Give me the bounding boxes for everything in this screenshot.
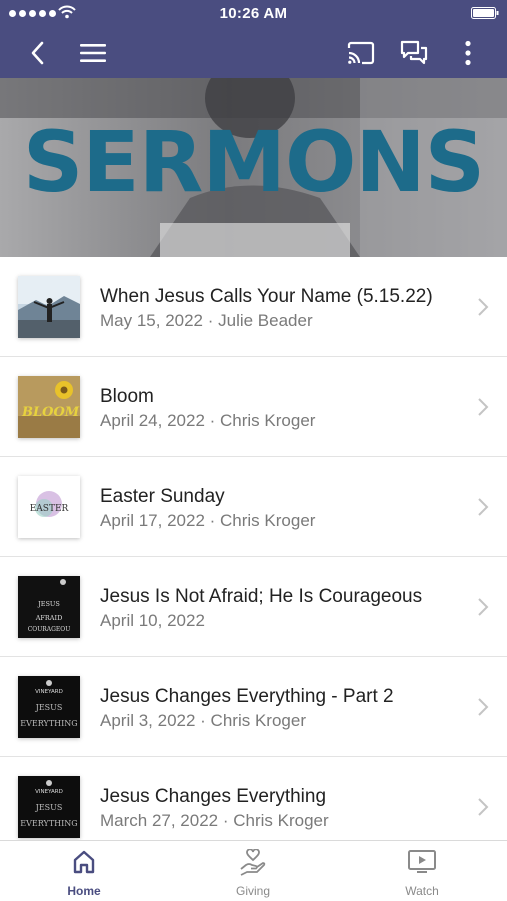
sermon-date-speaker: April 24, 2022 · Chris Kroger — [100, 411, 316, 430]
thumbnail-text: EASTER — [30, 504, 69, 514]
app-bar — [0, 28, 507, 78]
sermon-title: Bloom — [100, 386, 154, 407]
home-icon — [73, 850, 95, 874]
hamburger-menu-icon — [80, 44, 106, 62]
chevron-right-icon — [478, 598, 489, 616]
giving-hand-heart-icon — [240, 849, 266, 876]
sermon-row[interactable]: VINEYARD JESUS EVERYTHING Jesus Changes … — [0, 757, 507, 840]
sermons-hero-banner: SERMONS — [0, 78, 507, 257]
tv-play-icon — [408, 850, 436, 873]
bottom-tab-bar: Home Giving Watch — [0, 840, 507, 900]
tab-label: Home — [67, 884, 101, 898]
sermon-title: Jesus Changes Everything — [100, 786, 327, 807]
thumbnail-text: JESUS — [35, 803, 63, 812]
status-time: 10:26 AM — [219, 5, 288, 22]
thumbnail-text: BLOOM — [21, 405, 80, 420]
chat-icon — [400, 40, 428, 65]
chevron-right-icon — [478, 798, 489, 816]
thumbnail-text: VINEYARD — [35, 689, 63, 695]
status-bar: 10:26 AM — [0, 0, 507, 28]
sermon-thumbnail: JESUS AFRAID COURAGEOU — [18, 576, 80, 638]
sermon-date-speaker: April 10, 2022 — [100, 611, 205, 630]
sermon-thumbnail: BLOOM — [18, 376, 80, 438]
chevron-right-icon — [478, 298, 489, 316]
top-bar: 10:26 AM — [0, 0, 507, 78]
tab-label: Watch — [405, 884, 439, 898]
sermon-date-speaker: April 3, 2022 · Chris Kroger — [100, 711, 306, 730]
chevron-left-icon — [31, 41, 44, 65]
tab-home[interactable]: Home — [24, 841, 144, 901]
battery-icon — [471, 7, 499, 19]
more-vertical-icon — [465, 40, 471, 66]
thumbnail-text: JESUS — [37, 600, 60, 608]
sermon-list: When Jesus Calls Your Name (5.15.22) May… — [0, 257, 507, 840]
sermon-date-speaker: March 27, 2022 · Chris Kroger — [100, 811, 329, 830]
tab-giving[interactable]: Giving — [193, 841, 313, 901]
thumbnail-text: JESUS — [35, 703, 63, 712]
sermon-row[interactable]: JESUS AFRAID COURAGEOU Jesus Is Not Afra… — [0, 557, 507, 657]
chat-button[interactable] — [397, 36, 431, 70]
chevron-right-icon — [478, 698, 489, 716]
thumbnail-text: COURAGEOU — [28, 626, 71, 633]
thumbnail-text: AFRAID — [35, 614, 63, 622]
chevron-right-icon — [478, 398, 489, 416]
tab-label: Giving — [235, 884, 270, 898]
sermon-thumbnail: EASTER — [18, 476, 80, 538]
sermon-thumbnail: VINEYARD JESUS EVERYTHING — [18, 776, 80, 838]
sermon-row[interactable]: BLOOM Bloom April 24, 2022 · Chris Kroge… — [0, 357, 507, 457]
back-button[interactable] — [20, 36, 54, 70]
sermon-title: When Jesus Calls Your Name (5.15.22) — [100, 286, 433, 307]
tab-watch[interactable]: Watch — [362, 841, 482, 901]
more-options-button[interactable] — [451, 36, 485, 70]
sermon-row[interactable]: VINEYARD JESUS EVERYTHING Jesus Changes … — [0, 657, 507, 757]
chevron-right-icon — [478, 498, 489, 516]
sermon-title: Easter Sunday — [100, 486, 225, 507]
sermon-thumbnail: VINEYARD JESUS EVERYTHING — [18, 676, 80, 738]
sermon-date-speaker: May 15, 2022 · Julie Beader — [100, 311, 313, 330]
menu-button[interactable] — [76, 36, 110, 70]
cast-button[interactable] — [344, 36, 378, 70]
sermon-row[interactable]: EASTER Easter Sunday April 17, 2022 · Ch… — [0, 457, 507, 557]
hero-title: SERMONS — [22, 113, 485, 211]
sermon-thumbnail — [18, 276, 80, 338]
sermon-row[interactable]: When Jesus Calls Your Name (5.15.22) May… — [0, 257, 507, 357]
thumbnail-text: EVERYTHING — [20, 719, 77, 728]
sermon-title: Jesus Changes Everything - Part 2 — [100, 686, 394, 707]
sermon-title: Jesus Is Not Afraid; He Is Courageous — [100, 586, 423, 607]
thumbnail-text: VINEYARD — [35, 789, 63, 795]
cast-icon — [347, 41, 375, 65]
sermon-date-speaker: April 17, 2022 · Chris Kroger — [100, 511, 316, 530]
thumbnail-text: EVERYTHING — [20, 819, 77, 828]
